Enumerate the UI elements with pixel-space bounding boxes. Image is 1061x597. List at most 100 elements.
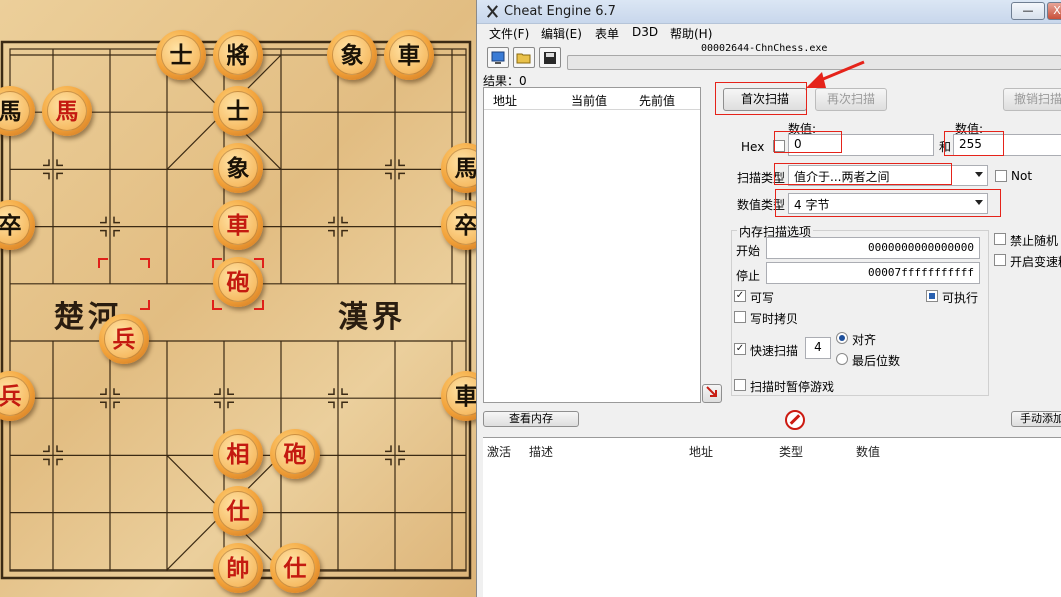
position-marker — [385, 159, 392, 167]
title-bar[interactable]: Cheat Engine 6.7 — X — [477, 0, 1061, 24]
executable-label: 可执行 — [942, 291, 979, 305]
position-marker — [328, 216, 335, 224]
minimize-button[interactable]: — — [1011, 2, 1045, 20]
piece-black-jiang[interactable]: 將 — [213, 30, 263, 80]
piece-black-xiang-1[interactable]: 象 — [327, 30, 377, 80]
piece-red-xiang[interactable]: 相 — [213, 429, 263, 479]
position-marker — [56, 445, 63, 453]
position-marker — [385, 172, 392, 180]
position-marker — [398, 159, 405, 167]
align-label: 对齐 — [852, 333, 877, 347]
menu-help[interactable]: 帮助(H) — [670, 25, 712, 42]
speedhack-checkbox[interactable] — [994, 254, 1006, 266]
last-digits-label: 最后位数 — [852, 354, 901, 368]
menu-bar: 文件(F) 编辑(E) 表单 D3D 帮助(H) — [477, 24, 1061, 42]
chevron-down-icon — [975, 172, 983, 177]
disable-random-checkbox[interactable] — [994, 233, 1006, 245]
position-marker — [328, 401, 335, 409]
piece-black-shi-1[interactable]: 士 — [156, 30, 206, 80]
position-marker — [341, 388, 348, 395]
col-value[interactable]: 数值 — [856, 443, 880, 460]
position-marker — [385, 445, 392, 453]
highlight-value-2 — [944, 131, 1004, 156]
piece-red-pao-2[interactable]: 砲 — [270, 429, 320, 479]
menu-edit[interactable]: 编辑(E) — [541, 25, 582, 42]
position-marker — [398, 458, 405, 466]
open-process-button[interactable] — [487, 47, 509, 68]
position-marker — [341, 229, 348, 237]
results-list[interactable]: 地址 当前值 先前值 — [483, 87, 701, 403]
piece-red-bing-1[interactable]: 兵 — [99, 314, 149, 364]
writable-checkbox[interactable] — [734, 290, 746, 302]
position-marker — [100, 216, 107, 224]
not-label: Not — [1011, 169, 1033, 183]
col-address[interactable]: 地址 — [493, 92, 517, 109]
speedhack-label: 开启变速精 — [1010, 255, 1061, 269]
fast-scan-input[interactable]: 4 — [805, 337, 831, 359]
stop-label: 停止 — [736, 269, 761, 283]
fast-scan-label: 快速扫描 — [750, 344, 799, 358]
menu-file[interactable]: 文件(F) — [489, 25, 529, 42]
position-marker — [43, 445, 50, 453]
position-marker — [100, 388, 107, 395]
piece-black-ju-1[interactable]: 車 — [384, 30, 434, 80]
piece-black-xiang-2[interactable]: 象 — [213, 143, 263, 193]
save-button[interactable] — [539, 47, 561, 68]
copy-on-write-label: 写时拷贝 — [750, 312, 799, 326]
piece-red-shi-2[interactable]: 仕 — [270, 543, 320, 593]
cheat-engine-icon — [487, 5, 498, 18]
river-text-han: 漢界 — [338, 300, 406, 335]
piece-red-shi-1[interactable]: 仕 — [213, 486, 263, 536]
piece-red-ju[interactable]: 車 — [213, 200, 263, 250]
close-button[interactable]: X — [1047, 2, 1061, 20]
stop-icon-button[interactable] — [785, 410, 805, 430]
position-marker — [227, 388, 234, 395]
align-radio[interactable] — [836, 332, 848, 344]
position-marker — [214, 388, 221, 395]
position-marker — [113, 229, 120, 237]
undo-scan-button[interactable]: 撤销扫描 — [1003, 88, 1061, 111]
position-marker — [341, 401, 348, 409]
address-list[interactable]: 激活 描述 地址 类型 数值 — [483, 437, 1061, 597]
not-checkbox[interactable] — [995, 170, 1007, 182]
last-digits-radio[interactable] — [836, 353, 848, 365]
position-marker — [328, 388, 335, 395]
pointer-scan-button[interactable] — [702, 384, 722, 403]
col-previous-value[interactable]: 先前值 — [639, 92, 675, 109]
col-type[interactable]: 类型 — [779, 443, 803, 460]
piece-black-shi-2[interactable]: 士 — [213, 86, 263, 136]
pause-game-checkbox[interactable] — [734, 379, 746, 391]
col-description[interactable]: 描述 — [529, 443, 553, 460]
piece-red-pao-1[interactable]: 砲 — [213, 257, 263, 307]
position-marker — [328, 229, 335, 237]
folder-open-icon — [516, 53, 531, 63]
piece-red-shuai[interactable]: 帥 — [213, 543, 263, 593]
chess-game-area[interactable]: 楚河 漢界 士 將 象 車 馬 馬 士 馬 象 卒 車 卒 砲 兵 兵 車 相 … — [0, 0, 476, 597]
manual-add-button[interactable]: 手动添加 — [1011, 411, 1061, 427]
copy-on-write-checkbox[interactable] — [734, 311, 746, 323]
window-title: Cheat Engine 6.7 — [504, 4, 616, 19]
col-active[interactable]: 激活 — [487, 443, 511, 460]
menu-table[interactable]: 表单 — [595, 25, 619, 42]
hex-label: Hex — [741, 140, 765, 154]
position-marker — [227, 401, 234, 409]
start-address-input[interactable]: 0000000000000000 — [766, 237, 980, 259]
position-marker — [398, 445, 405, 453]
annotation-arrow-icon — [806, 60, 865, 88]
col-current-value[interactable]: 当前值 — [571, 92, 607, 109]
stop-address-input[interactable]: 00007fffffffffff — [766, 262, 980, 284]
writable-label: 可写 — [750, 291, 775, 305]
highlight-value-type — [775, 189, 1001, 217]
open-file-button[interactable] — [513, 47, 535, 68]
executable-checkbox[interactable] — [926, 290, 938, 302]
process-name: 00002644-ChnChess.exe — [701, 43, 828, 54]
disable-random-label: 禁止随机 — [1010, 234, 1059, 248]
fast-scan-checkbox[interactable] — [734, 343, 746, 355]
position-marker — [385, 458, 392, 466]
piece-red-ma[interactable]: 馬 — [42, 86, 92, 136]
col-address-list[interactable]: 地址 — [689, 443, 713, 460]
view-memory-button[interactable]: 查看内存 — [483, 411, 579, 427]
computer-icon — [491, 51, 505, 64]
menu-d3d[interactable]: D3D — [632, 25, 658, 39]
position-marker — [113, 388, 120, 395]
